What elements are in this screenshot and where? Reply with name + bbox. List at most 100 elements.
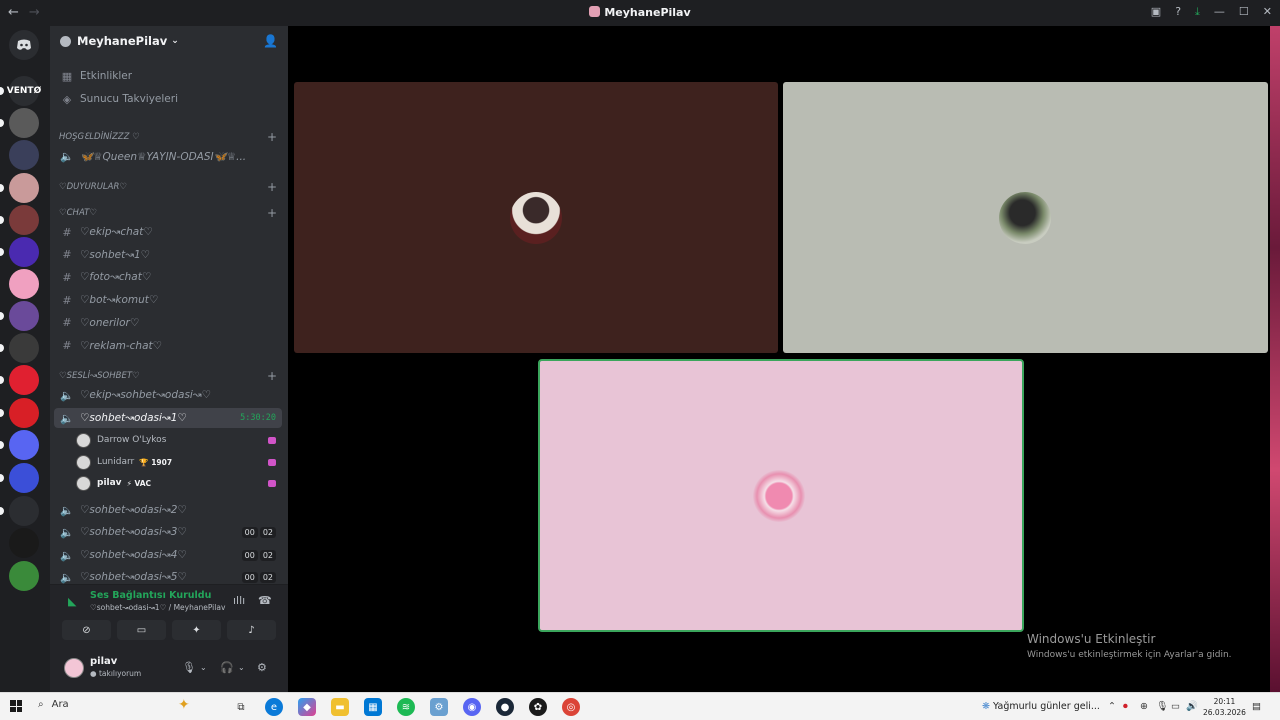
participant-tile[interactable] [294, 82, 778, 353]
hash-icon: # [62, 225, 72, 239]
chevron-down-icon[interactable]: ⌄ [238, 663, 245, 672]
tray-app-icon[interactable]: ⊕ [1140, 701, 1148, 712]
copilot-sparkle-icon[interactable]: ✦ [178, 697, 190, 713]
avatar [753, 470, 805, 522]
server-icon[interactable] [9, 140, 39, 170]
text-channel[interactable]: # ♡sohbet↝1♡ [54, 245, 282, 265]
server-icon[interactable] [9, 463, 39, 493]
avatar[interactable] [64, 658, 84, 678]
events-link[interactable]: ▦ Etkinlikler [54, 66, 282, 86]
store-icon[interactable]: ▦ [364, 698, 382, 716]
voice-channel[interactable]: 🔈 ♡sohbet↝odasi↝4♡ 00 02 [54, 545, 282, 565]
clock-time: 20:11 [1213, 697, 1236, 706]
mic-tray-icon[interactable]: 🎙 [1156, 701, 1168, 712]
server-icon[interactable] [9, 301, 39, 331]
network-icon[interactable]: ▭ [1171, 701, 1180, 712]
server-icon[interactable] [9, 173, 39, 203]
voice-user[interactable]: Lunidarr 🏆 1907 [76, 452, 280, 472]
help-icon[interactable]: ? [1175, 5, 1181, 19]
server-icon[interactable] [9, 561, 39, 591]
server-icon[interactable] [9, 108, 39, 138]
discord-home-icon[interactable] [9, 30, 39, 60]
participant-tile[interactable] [783, 82, 1268, 353]
settings-gear-icon[interactable]: ⚙ [257, 661, 267, 674]
server-boosts-link[interactable]: ◈ Sunucu Takviyeleri [54, 89, 282, 109]
server-icon[interactable] [9, 205, 39, 235]
volume-icon[interactable]: 🔊 [1186, 701, 1198, 712]
voice-user-name: Darrow O'Lykos [97, 435, 167, 445]
settings-app-icon[interactable]: ⚙ [430, 698, 448, 716]
headphones-icon[interactable]: 🎧 [220, 661, 234, 674]
weather-widget[interactable]: ❋ Yağmurlu günler geli... [982, 701, 1100, 712]
chevron-up-icon[interactable]: ⌃ [1108, 701, 1116, 712]
server-icon[interactable] [9, 333, 39, 363]
screen-share-button[interactable]: ▭ [117, 620, 166, 640]
streaming-icon [268, 479, 276, 487]
camera-off-button[interactable]: ⊘ [62, 620, 111, 640]
voice-timer: 5:30:20 [240, 413, 276, 423]
activities-button[interactable]: ✦ [172, 620, 221, 640]
chrome-icon[interactable]: ◎ [562, 698, 580, 716]
task-view-icon[interactable]: ⧉ [232, 698, 250, 716]
windows-start-icon[interactable] [10, 700, 22, 712]
server-icon[interactable] [9, 430, 39, 460]
close-icon[interactable]: ✕ [1263, 5, 1272, 19]
steam-icon[interactable]: ● [496, 698, 514, 716]
copilot-icon[interactable]: ◆ [298, 698, 316, 716]
inbox-icon[interactable]: ▣ [1151, 5, 1161, 19]
spotify-icon[interactable]: ≋ [397, 698, 415, 716]
taskbar-search[interactable]: ⌕ Ara [38, 699, 69, 710]
server-icon[interactable] [9, 365, 39, 395]
discord-app-icon[interactable]: ◉ [463, 698, 481, 716]
channel-category[interactable]: ♡CHAT♡ + [59, 206, 281, 220]
download-icon[interactable]: ⤓ [1195, 5, 1200, 19]
voice-status[interactable]: Ses Bağlantısı Kuruldu [90, 590, 211, 601]
channel-category[interactable]: HOŞGƐLDİNİZZZ ♡ + [59, 130, 281, 144]
text-channel[interactable]: # ♡onerilor♡ [54, 313, 282, 333]
disconnect-icon[interactable]: ☎ [258, 594, 272, 607]
maximize-icon[interactable]: ☐ [1239, 5, 1249, 19]
server-icon[interactable] [9, 237, 39, 267]
soundboard-button[interactable]: ♪ [227, 620, 276, 640]
signal-icon[interactable]: ◣ [68, 595, 76, 608]
text-channel[interactable]: # ♡ekip↝chat♡ [54, 222, 282, 242]
voice-channel[interactable]: 🔈 ♡ekip↝sohbet↝odasi↝♡ [54, 385, 282, 405]
voice-channel[interactable]: 🔈 ♡sohbet↝odasi↝1♡ 5:30:20 [54, 408, 282, 428]
add-channel-icon[interactable]: + [267, 369, 277, 383]
title-bar: ← → MeyhanePilav ▣ ? ⤓ — ☐ ✕ [0, 0, 1280, 26]
noise-suppression-icon[interactable]: ıllı [233, 594, 245, 607]
voice-channel-path[interactable]: ♡sohbet↝odasi↝1♡ / MeyhanePilav [90, 603, 225, 612]
text-channel[interactable]: # ♡reklam-chat♡ [54, 336, 282, 356]
count-limit: 02 [259, 571, 276, 583]
voice-channel[interactable]: 🔈 🦋♕Queen♕YAYIN-ODASI🦋♕... [54, 146, 282, 166]
participant-tile[interactable] [538, 359, 1024, 632]
microphone-icon[interactable]: 🎙 [182, 661, 196, 674]
voice-user[interactable]: pilav ⚡ VAC [76, 473, 280, 493]
add-channel-icon[interactable]: + [267, 180, 277, 194]
voice-user[interactable]: Darrow O'Lykos [76, 430, 280, 450]
edge-icon[interactable]: e [265, 698, 283, 716]
text-channel[interactable]: # ♡bot↝komut♡ [54, 290, 282, 310]
server-icon[interactable] [9, 269, 39, 299]
app-icon[interactable]: ✿ [529, 698, 547, 716]
server-icon[interactable] [9, 528, 39, 558]
channel-category[interactable]: ♡DUYURULAR♡ + [59, 180, 281, 194]
channel-category[interactable]: ♡SESLİ↝SOHBET♡ + [59, 369, 281, 383]
notifications-icon[interactable]: ▤ [1252, 701, 1261, 712]
voice-channel[interactable]: 🔈 ♡sohbet↝odasi↝2♡ [54, 500, 282, 520]
text-channel[interactable]: # ♡foto↝chat♡ [54, 267, 282, 287]
minimize-icon[interactable]: — [1214, 5, 1225, 19]
chevron-down-icon[interactable]: ⌄ [200, 663, 207, 672]
file-explorer-icon[interactable]: ▬ [331, 698, 349, 716]
server-icon[interactable] [9, 398, 39, 428]
invite-people-icon[interactable]: 👤 [263, 34, 278, 48]
server-icon[interactable]: VENTØ [7, 76, 41, 106]
server-header[interactable]: MeyhanePilav ⌄ 👤 [50, 26, 288, 56]
add-channel-icon[interactable]: + [267, 130, 277, 144]
record-icon[interactable]: ⏺ [1123, 701, 1128, 712]
server-icon[interactable] [9, 496, 39, 526]
add-channel-icon[interactable]: + [267, 206, 277, 220]
user-tag: 🏆 1907 [139, 457, 173, 467]
clock[interactable]: 20:11 26.03.2026 [1203, 696, 1246, 718]
voice-channel[interactable]: 🔈 ♡sohbet↝odasi↝3♡ 00 02 [54, 522, 282, 542]
